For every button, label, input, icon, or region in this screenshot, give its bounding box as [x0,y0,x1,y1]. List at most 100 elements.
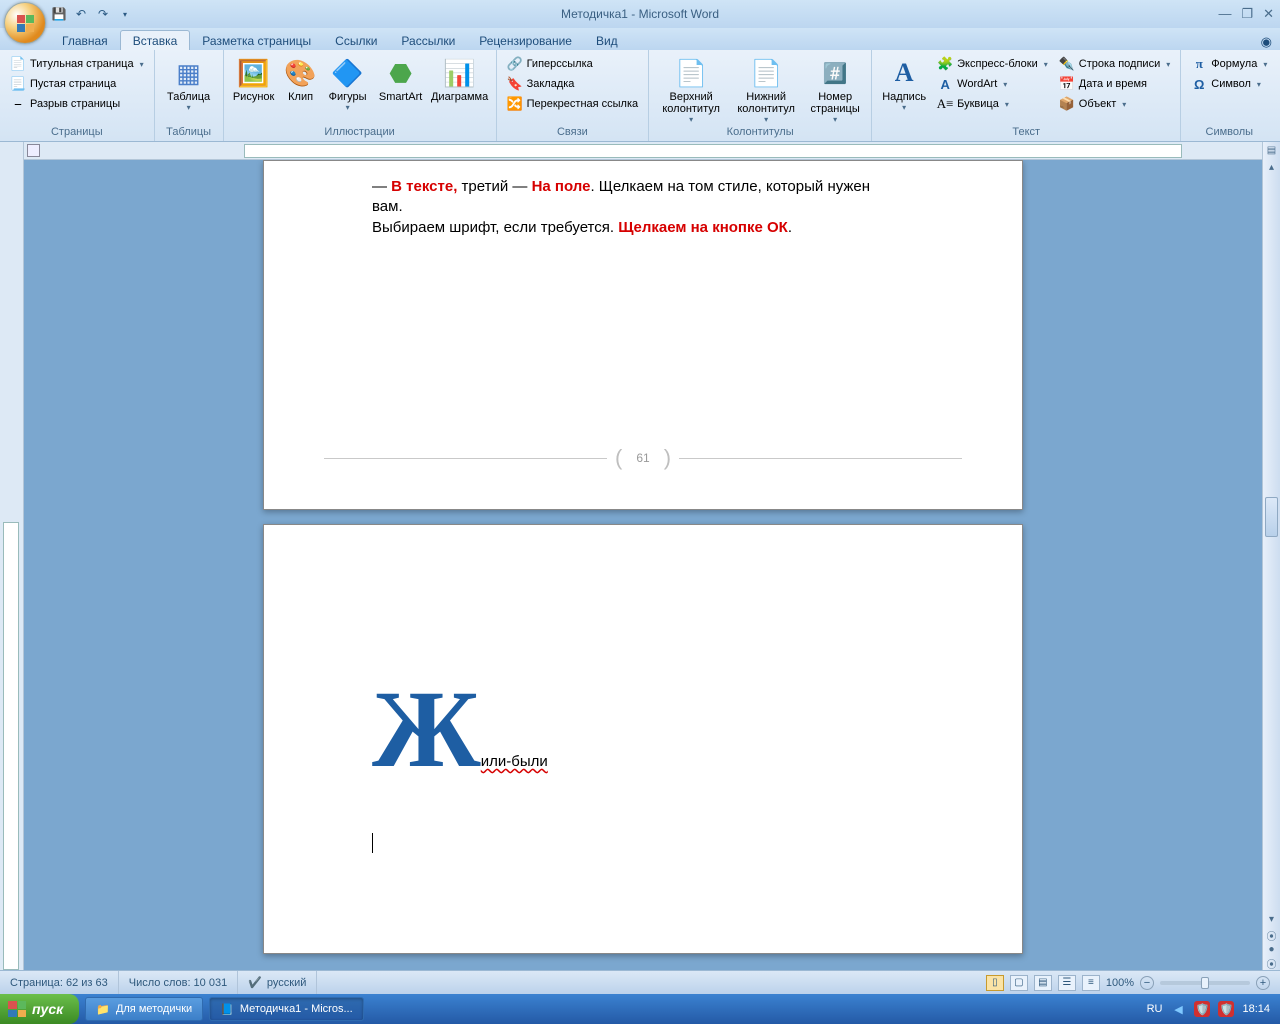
quick-parts-icon: 🧩 [937,56,953,72]
equation-icon: π [1191,56,1207,72]
office-button[interactable] [4,2,46,44]
zoom-slider[interactable] [1160,981,1250,985]
symbol-button[interactable]: ΩСимвол▾ [1187,75,1271,93]
page-number-button[interactable]: #️⃣Номер страницы▾ [805,53,865,124]
group-hf-label: Колонтитулы [655,124,865,141]
header-button[interactable]: 📄Верхний колонтитул▾ [655,53,727,124]
vertical-ruler[interactable] [0,142,24,970]
group-illustrations: 🖼️Рисунок 🎨Клип 🔷Фигуры▾ ⬣SmartArt 📊Диаг… [224,50,497,141]
group-symbols-label: Символы [1187,124,1271,141]
close-button[interactable]: ✕ [1263,6,1274,22]
dropcap-paragraph[interactable]: Жили-были [264,525,1022,773]
tab-mailings[interactable]: Рассылки [389,31,467,50]
shapes-button[interactable]: 🔷Фигуры▾ [324,53,372,112]
group-symbols: πФормула▾ ΩСимвол▾ Символы [1181,50,1277,141]
vertical-scrollbar[interactable]: ▤ ▴ ▾ ⦿ ● ⦿ [1262,142,1280,970]
tab-layout[interactable]: Разметка страницы [190,31,323,50]
blank-page-button[interactable]: 📃Пустая страница [6,75,148,93]
minimize-button[interactable]: — [1218,6,1231,22]
word-count[interactable]: Число слов: 10 031 [119,971,238,994]
drop-cap: Ж [372,685,481,773]
draft-view[interactable]: ≡ [1082,975,1100,991]
status-bar: Страница: 62 из 63 Число слов: 10 031 ✔️… [0,970,1280,994]
cover-page-button[interactable]: 📄Титульная страница▾ [6,55,148,73]
page-break-button[interactable]: ⎯Разрыв страницы [6,95,148,113]
zoom-in-button[interactable]: + [1256,976,1270,990]
hyperlink-icon: 🔗 [507,56,523,72]
page-62: Жили-были [263,524,1023,954]
clipart-button[interactable]: 🎨Клип [281,53,321,103]
tab-review[interactable]: Рецензирование [467,31,584,50]
wordart-button[interactable]: AWordArt▾ [933,75,1052,93]
system-tray: RU ◀ 🛡️ 🛡️ 18:14 [1147,1001,1280,1017]
dropcap-icon: A≡ [937,96,953,112]
ribbon: 📄Титульная страница▾ 📃Пустая страница ⎯Р… [0,50,1280,142]
tab-view[interactable]: Вид [584,31,630,50]
table-button[interactable]: ▦ Таблица▾ [161,53,217,112]
outline-view[interactable]: ☰ [1058,975,1076,991]
textbox-icon: A [888,57,920,89]
group-pages: 📄Титульная страница▾ 📃Пустая страница ⎯Р… [0,50,155,141]
equation-button[interactable]: πФормула▾ [1187,55,1271,73]
quick-parts-button[interactable]: 🧩Экспресс-блоки▾ [933,55,1052,73]
document-text[interactable]: — В тексте, третий — На поле. Щелкаем на… [264,161,1022,238]
next-page-button[interactable]: ⦿ [1263,956,1280,970]
textbox-button[interactable]: AНадпись▾ [878,53,930,112]
start-button[interactable]: пуск [0,994,79,1024]
horizontal-ruler[interactable] [24,142,1262,160]
tray-icon-3[interactable]: 🛡️ [1218,1001,1234,1017]
qat-more-icon[interactable]: ▾ [116,5,134,23]
ruler-toggle[interactable]: ▤ [1263,142,1280,159]
web-layout-view[interactable]: ▤ [1034,975,1052,991]
scroll-thumb[interactable] [1265,497,1278,537]
wordart-icon: A [937,76,953,92]
zoom-out-button[interactable]: − [1140,976,1154,990]
footer-button[interactable]: 📄Нижний колонтитул▾ [730,53,802,124]
page-61: — В тексте, третий — На поле. Щелкаем на… [263,160,1023,510]
proofing-icon: ✔️ [248,976,262,989]
restore-button[interactable]: ❐ [1241,6,1253,22]
browse-object-button[interactable]: ● [1263,942,1280,956]
tab-selector[interactable] [27,144,40,157]
windows-logo-icon [8,1001,26,1017]
document-area[interactable]: — В тексте, третий — На поле. Щелкаем на… [24,160,1262,970]
tray-language[interactable]: RU [1147,1003,1163,1015]
dropcap-button[interactable]: A≡Буквица▾ [933,95,1052,113]
tray-clock[interactable]: 18:14 [1242,1003,1270,1015]
print-layout-view[interactable]: ▯ [986,975,1004,991]
smartart-button[interactable]: ⬣SmartArt [375,53,427,103]
proofing-status[interactable]: ✔️русский [238,971,317,994]
full-screen-view[interactable]: ▢ [1010,975,1028,991]
page-number-icon: #️⃣ [819,57,851,89]
datetime-icon: 📅 [1059,76,1075,92]
crossref-button[interactable]: 🔀Перекрестная ссылка [503,95,643,113]
tab-insert[interactable]: Вставка [120,30,191,50]
chart-button[interactable]: 📊Диаграмма [430,53,490,103]
hyperlink-button[interactable]: 🔗Гиперссылка [503,55,643,73]
workspace: — В тексте, третий — На поле. Щелкаем на… [0,142,1280,970]
datetime-button[interactable]: 📅Дата и время [1055,75,1174,93]
page-break-icon: ⎯ [10,96,26,112]
save-icon[interactable]: 💾 [50,5,68,23]
taskbar-item-word[interactable]: 📘Методичка1 - Micros... [209,997,363,1021]
redo-icon[interactable]: ↷ [94,5,112,23]
help-icon[interactable]: ◉ [1261,34,1272,50]
shapes-icon: 🔷 [332,57,364,89]
tab-references[interactable]: Ссылки [323,31,389,50]
undo-icon[interactable]: ↶ [72,5,90,23]
tray-icon-2[interactable]: 🛡️ [1194,1001,1210,1017]
zoom-level[interactable]: 100% [1106,977,1134,989]
tray-icon-1[interactable]: ◀ [1170,1001,1186,1017]
prev-page-button[interactable]: ⦿ [1263,928,1280,942]
bookmark-button[interactable]: 🔖Закладка [503,75,643,93]
ribbon-tabs: Главная Вставка Разметка страницы Ссылки… [0,28,1280,50]
scroll-down-arrow[interactable]: ▾ [1263,911,1280,928]
signature-line-button[interactable]: ✒️Строка подписи▾ [1055,55,1174,73]
chart-icon: 📊 [444,57,476,89]
page-indicator[interactable]: Страница: 62 из 63 [0,971,119,994]
page-number-divider: (61) [324,445,962,471]
picture-button[interactable]: 🖼️Рисунок [230,53,278,103]
taskbar-item-folder[interactable]: 📁Для методички [85,997,203,1021]
object-button[interactable]: 📦Объект▾ [1055,95,1174,113]
tab-home[interactable]: Главная [50,31,120,50]
